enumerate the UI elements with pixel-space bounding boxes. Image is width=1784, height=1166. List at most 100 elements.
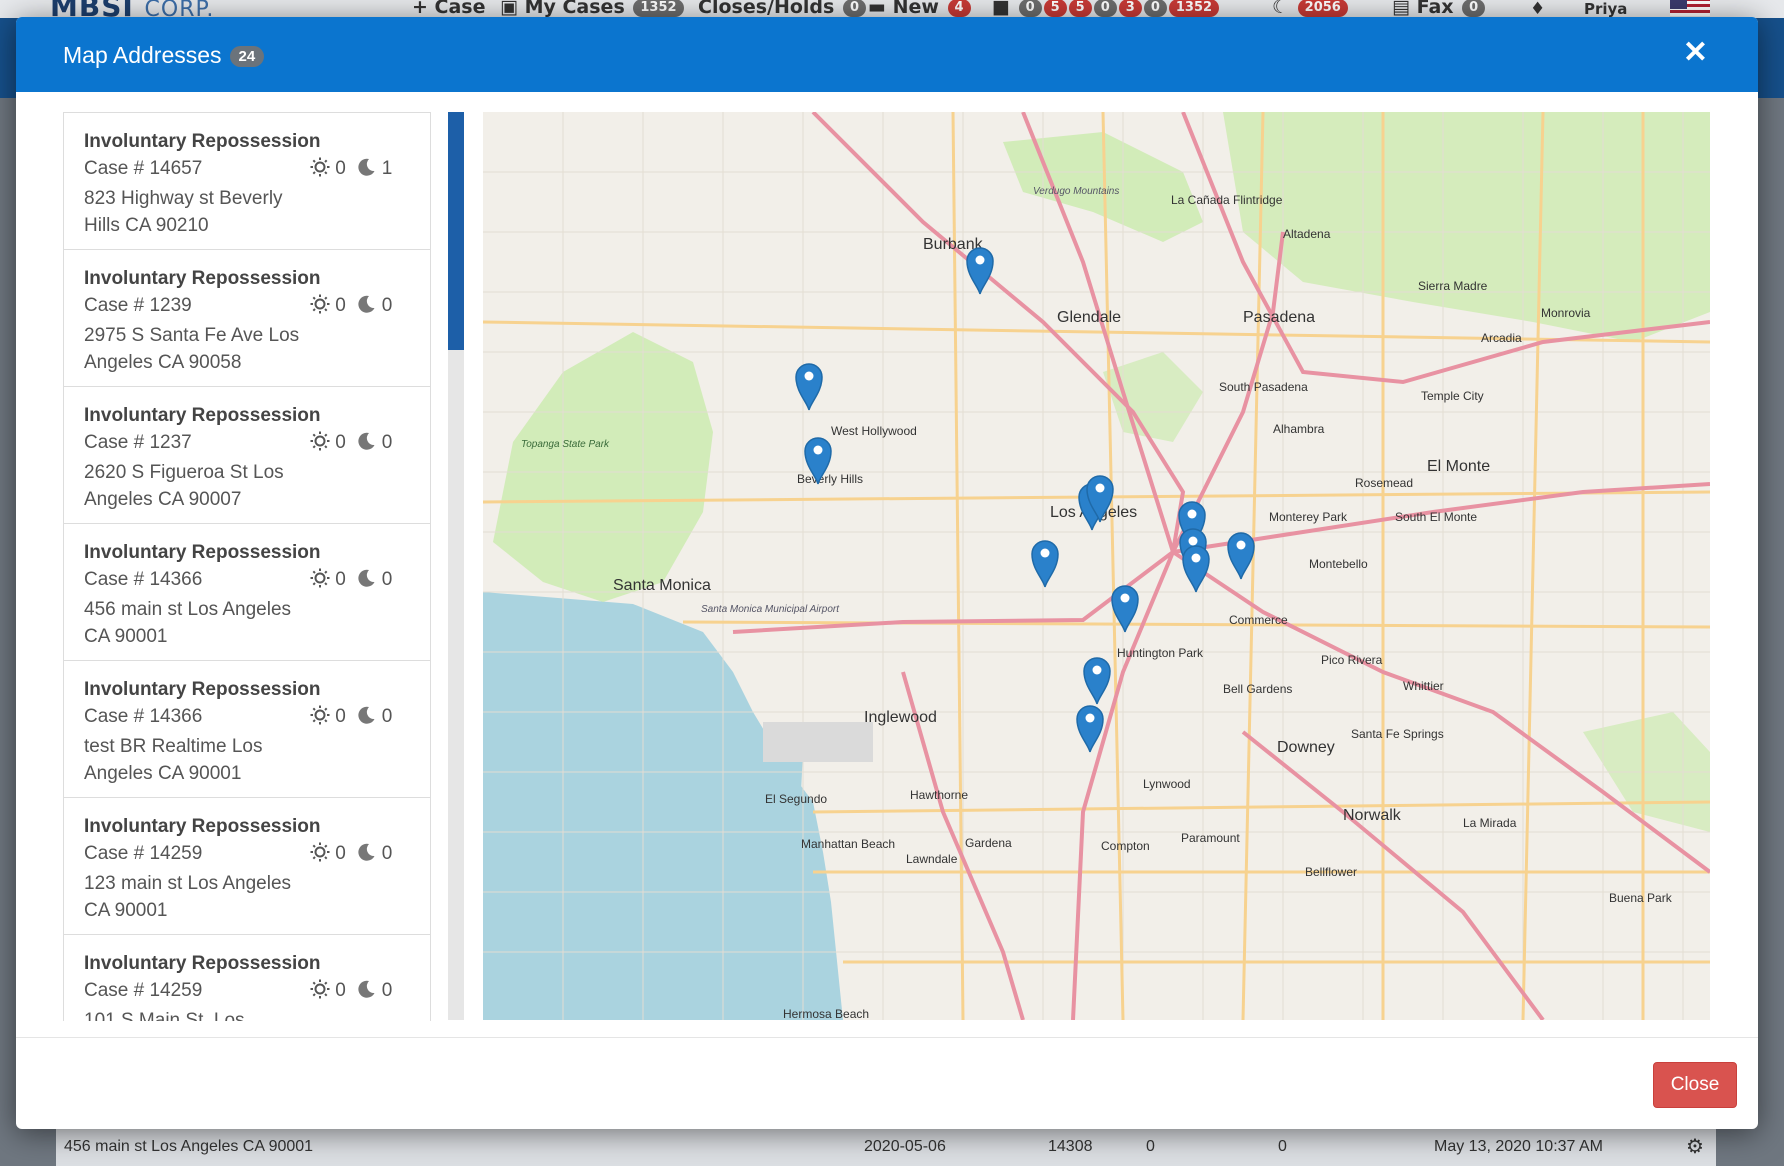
close-icon[interactable]: ✕ bbox=[1683, 35, 1708, 70]
map-label: South El Monte bbox=[1395, 510, 1477, 524]
list-scrollbar[interactable] bbox=[448, 112, 464, 1020]
map-label: Hermosa Beach bbox=[783, 1007, 869, 1020]
list-item-address: test BR Realtime Los Angeles CA 90001 bbox=[84, 736, 263, 784]
list-item-address: 123 main st Los Angeles CA 90001 bbox=[84, 873, 292, 921]
list-item-case: Case # 1237 bbox=[84, 432, 192, 453]
nav-fax[interactable]: ▤ Fax 0 bbox=[1392, 0, 1486, 18]
map-label: Paramount bbox=[1181, 831, 1240, 845]
list-item-counts: 0 1 bbox=[310, 157, 392, 180]
map-label: Altadena bbox=[1283, 227, 1331, 241]
moon-icon bbox=[356, 295, 376, 316]
map-label: Santa Fe Springs bbox=[1351, 727, 1444, 741]
sun-icon bbox=[310, 979, 330, 1001]
map-label: Bell Gardens bbox=[1223, 682, 1292, 696]
list-item-counts: 0 0 bbox=[310, 431, 392, 454]
row-date: 2020-05-06 bbox=[864, 1138, 946, 1155]
list-item[interactable]: Involuntary Repossession Case # 1239 0 0… bbox=[64, 250, 430, 387]
address-list[interactable]: Involuntary Repossession Case # 14657 0 … bbox=[63, 112, 431, 1021]
map-label: Pasadena bbox=[1243, 309, 1315, 326]
list-item-title: Involuntary Repossession bbox=[84, 268, 321, 289]
row-address: 456 main st Los Angeles CA 90001 bbox=[64, 1138, 314, 1155]
moon-icon bbox=[356, 569, 376, 590]
app-header: MBSI CORP. + Case ▣ My Cases 1352 Closes… bbox=[0, 0, 1784, 18]
modal-title: Map Addresses 24 bbox=[63, 42, 265, 69]
map-label: Bellflower bbox=[1305, 865, 1357, 879]
sun-icon bbox=[310, 705, 330, 727]
list-item-counts: 0 0 bbox=[310, 705, 392, 728]
list-item-title: Involuntary Repossession bbox=[84, 679, 321, 700]
list-item-case: Case # 1239 bbox=[84, 295, 192, 316]
map-label: La Cañada Flintridge bbox=[1171, 193, 1283, 207]
map-label: South Pasadena bbox=[1219, 380, 1308, 394]
moon-icon bbox=[356, 843, 376, 864]
sun-icon bbox=[310, 842, 330, 864]
row-timestamp: May 13, 2020 10:37 AM bbox=[1434, 1138, 1603, 1155]
close-button[interactable]: Close bbox=[1653, 1062, 1737, 1108]
list-item-case: Case # 14366 bbox=[84, 569, 203, 590]
address-map[interactable]: Burbank Glendale Pasadena La Cañada Flin… bbox=[483, 112, 1710, 1020]
map-label: Beverly Hills bbox=[797, 472, 863, 486]
map-label: El Segundo bbox=[765, 792, 827, 806]
map-label: Downey bbox=[1277, 739, 1335, 756]
moon-icon bbox=[356, 158, 376, 179]
list-item-case: Case # 14259 bbox=[84, 980, 203, 1001]
brand-logo[interactable]: MBSI CORP. bbox=[50, 0, 214, 18]
gear-icon[interactable]: ⚙ bbox=[1686, 1134, 1704, 1159]
map-label: Huntington Park bbox=[1117, 646, 1204, 660]
sun-icon bbox=[310, 157, 330, 179]
map-label: Arcadia bbox=[1481, 331, 1522, 345]
nav-truck-counts[interactable]: ■ 0 5 5 0 3 0 1352 bbox=[992, 0, 1220, 18]
map-label: Lawndale bbox=[906, 852, 958, 866]
list-item[interactable]: Involuntary Repossession Case # 14657 0 … bbox=[64, 113, 430, 250]
list-item[interactable]: Involuntary Repossession Case # 14366 0 … bbox=[64, 524, 430, 661]
map-addresses-modal: Map Addresses 24 ✕ Involuntary Repossessi… bbox=[16, 17, 1758, 1129]
moon-icon bbox=[356, 980, 376, 1001]
map-label: Montebello bbox=[1309, 557, 1368, 571]
list-item[interactable]: Involuntary Repossession Case # 14366 0 … bbox=[64, 661, 430, 798]
modal-header: Map Addresses 24 ✕ bbox=[16, 17, 1758, 92]
list-item-case: Case # 14657 bbox=[84, 158, 203, 179]
map-label: Monterey Park bbox=[1269, 510, 1348, 524]
map-label: Pico Rivera bbox=[1321, 653, 1383, 667]
map-label: Commerce bbox=[1229, 613, 1288, 627]
table-row[interactable]: 456 main st Los Angeles CA 90001 2020-05… bbox=[56, 1125, 1716, 1166]
list-item[interactable]: Involuntary Repossession Case # 14259 0 … bbox=[64, 798, 430, 935]
map-label: Hawthorne bbox=[910, 788, 968, 802]
bell-icon[interactable]: ♦ bbox=[1530, 0, 1545, 18]
map-label: Buena Park bbox=[1609, 891, 1673, 905]
list-item-address: 823 Highway st Beverly Hills CA 90210 bbox=[84, 188, 283, 236]
sun-icon bbox=[310, 294, 330, 316]
map-canvas[interactable]: Burbank Glendale Pasadena La Cañada Flin… bbox=[483, 112, 1710, 1020]
list-item[interactable]: Involuntary Repossession Case # 1237 0 0… bbox=[64, 387, 430, 524]
list-item[interactable]: Involuntary Repossession Case # 14259 0 … bbox=[64, 935, 430, 1021]
list-item-case: Case # 14366 bbox=[84, 706, 203, 727]
moon-icon: ☾ bbox=[1272, 0, 1290, 18]
list-item-address: 2620 S Figueroa St Los Angeles CA 90007 bbox=[84, 462, 284, 510]
list-item-title: Involuntary Repossession bbox=[84, 131, 321, 152]
map-label: Rosemead bbox=[1355, 476, 1413, 490]
map-label: Gardena bbox=[965, 836, 1012, 850]
nav-new[interactable]: ▬ New 4 bbox=[868, 0, 971, 18]
nav-my-cases[interactable]: ▣ My Cases 1352 bbox=[500, 0, 684, 18]
map-label: Glendale bbox=[1057, 309, 1121, 326]
map-label: Alhambra bbox=[1273, 422, 1325, 436]
list-item-counts: 0 0 bbox=[310, 568, 392, 591]
moon-icon bbox=[356, 432, 376, 453]
scrollbar-thumb[interactable] bbox=[448, 112, 464, 350]
nav-night-count[interactable]: ☾ 2056 bbox=[1272, 0, 1348, 18]
row-night: 0 bbox=[1278, 1138, 1287, 1155]
map-label: West Hollywood bbox=[831, 424, 917, 438]
map-label: Inglewood bbox=[864, 709, 937, 726]
row-day: 0 bbox=[1146, 1138, 1155, 1155]
nav-closes-holds[interactable]: Closes/Holds 0 bbox=[698, 0, 867, 18]
list-item-address: 456 main st Los Angeles CA 90001 bbox=[84, 599, 292, 647]
modal-footer: Close bbox=[16, 1037, 1758, 1129]
map-label: Monrovia bbox=[1541, 306, 1591, 320]
map-label: Temple City bbox=[1421, 389, 1484, 403]
row-case: 14308 bbox=[1048, 1138, 1093, 1155]
nav-new-case[interactable]: + Case bbox=[412, 0, 486, 18]
user-menu[interactable]: Priya bbox=[1584, 0, 1627, 18]
list-item-address: 101 S Main St, Los bbox=[84, 1010, 245, 1021]
flag-icon[interactable] bbox=[1670, 0, 1710, 18]
map-label: El Monte bbox=[1427, 458, 1490, 475]
